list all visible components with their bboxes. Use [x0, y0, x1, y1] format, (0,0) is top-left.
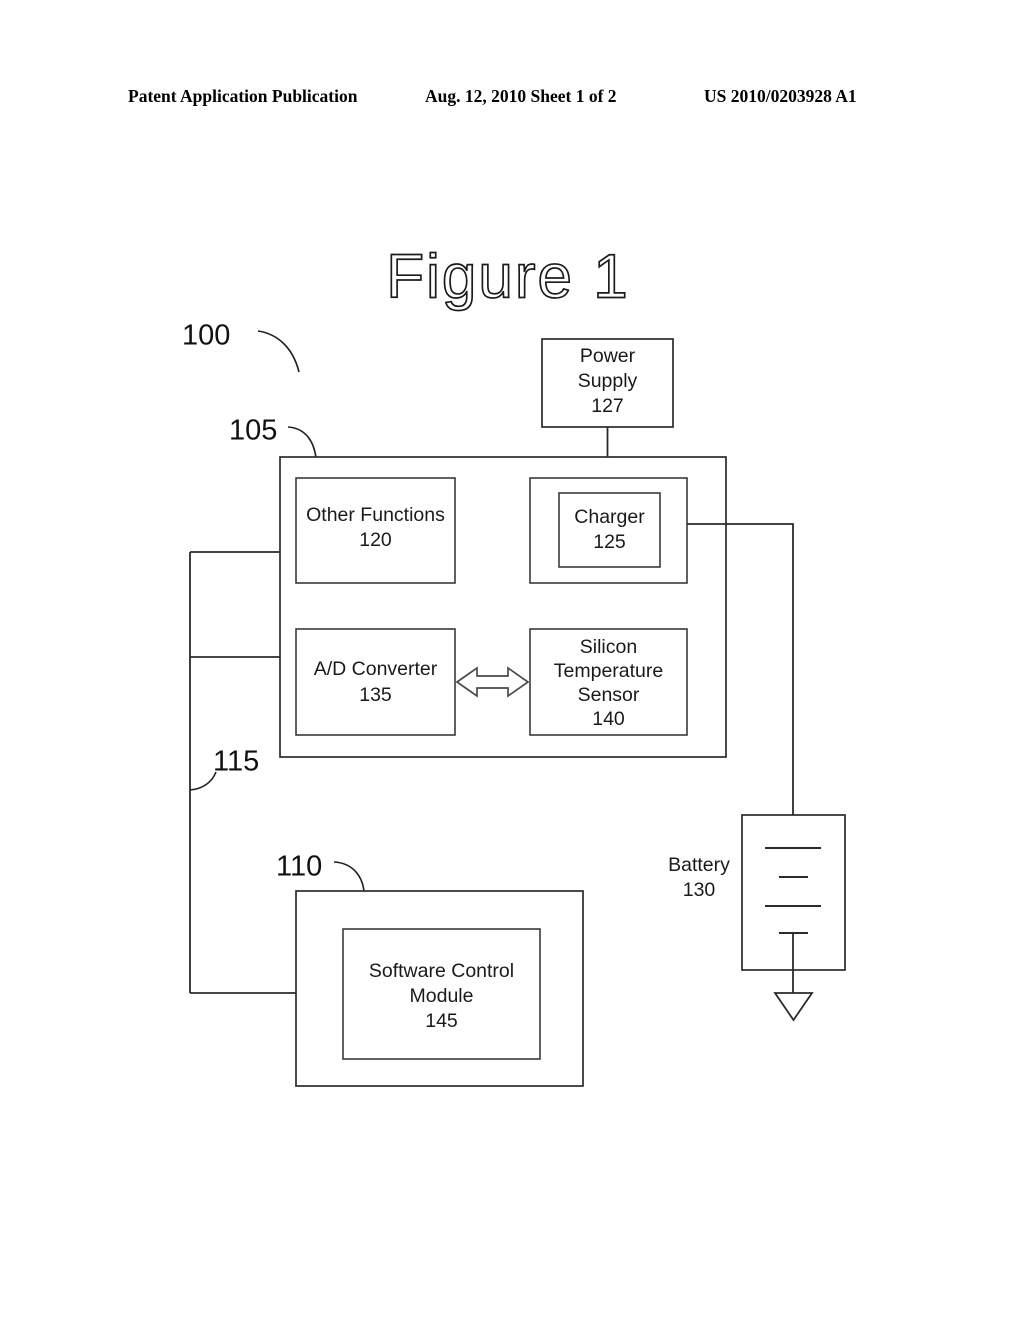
ref-100-leader	[257, 330, 300, 373]
ref-105-label: 105	[229, 415, 277, 447]
figure-title: Figure 1	[386, 242, 629, 311]
temperature-sensor-line2: Temperature	[554, 660, 663, 682]
ref-100-label: 100	[182, 320, 230, 352]
figure-svg: Figure 1 100 Power Supply 127 105 Other …	[182, 242, 846, 1087]
temperature-sensor-ref: 140	[592, 708, 625, 730]
charger-box	[558, 492, 661, 568]
other-functions-ref: 120	[359, 529, 392, 551]
power-supply-line2: Supply	[578, 370, 638, 392]
power-supply-ref: 127	[591, 395, 624, 417]
ref-105-leader	[287, 426, 317, 459]
ref-110-label: 110	[276, 851, 322, 883]
software-control-module-line2: Module	[410, 985, 474, 1007]
other-functions-line1: Other Functions	[306, 504, 445, 526]
charger-ref: 125	[593, 531, 626, 553]
ad-converter-box	[295, 628, 456, 736]
ad-converter-line1: A/D Converter	[314, 658, 438, 680]
battery-line1: Battery	[668, 854, 730, 876]
temperature-sensor-line1: Silicon	[580, 636, 637, 658]
ad-converter-ref: 135	[359, 684, 392, 706]
ref-110-leader	[333, 861, 365, 892]
ref-115-label: 115	[213, 746, 259, 778]
software-control-module-line1: Software Control	[369, 960, 514, 982]
temperature-sensor-line3: Sensor	[578, 684, 640, 706]
charger-line1: Charger	[574, 506, 645, 528]
power-supply-line1: Power	[580, 345, 636, 367]
ground-icon	[773, 992, 814, 1022]
software-control-module-ref: 145	[425, 1010, 458, 1032]
battery-ref: 130	[683, 879, 716, 901]
figure-1-diagram: Figure 1 100 Power Supply 127 105 Other …	[0, 0, 1024, 1320]
